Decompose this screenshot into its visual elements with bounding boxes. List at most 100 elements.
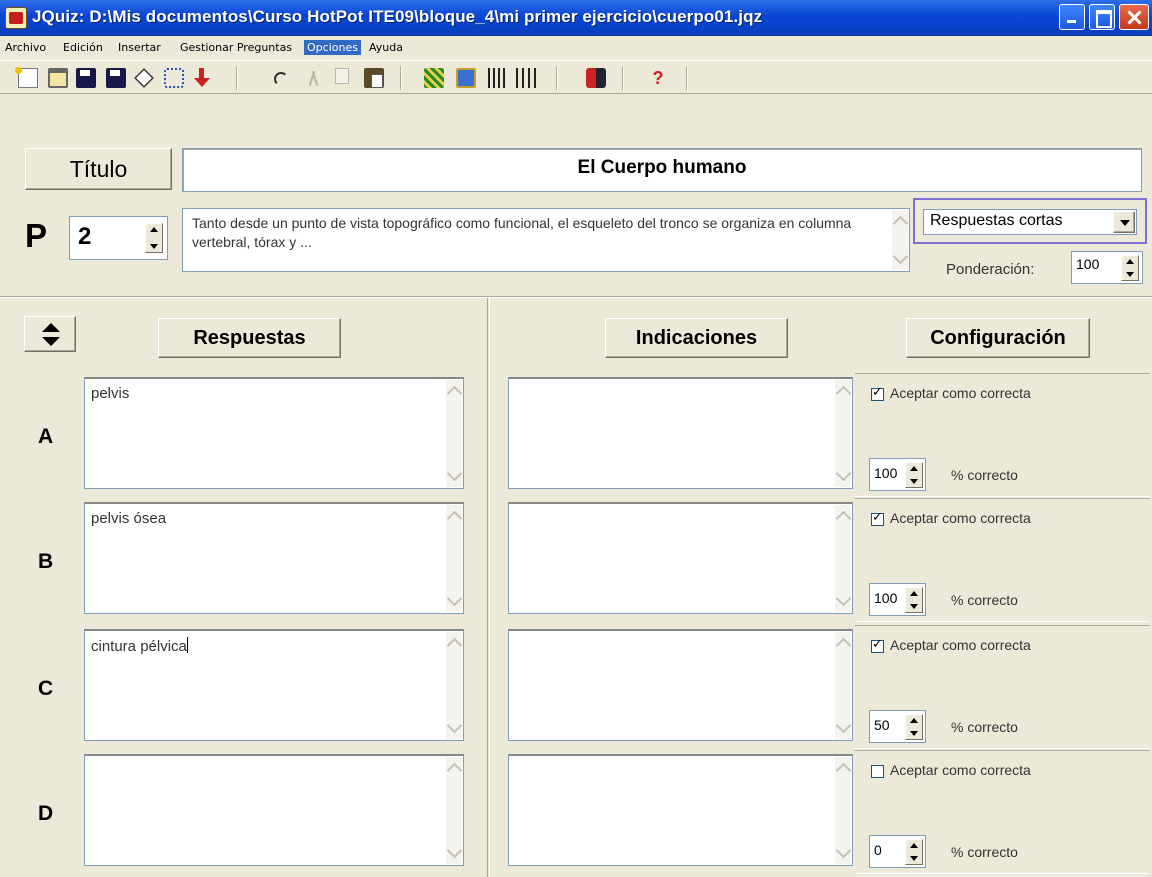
question-number: 2: [78, 223, 92, 250]
percent-correct-value: 0: [874, 842, 882, 858]
percent-spinner[interactable]: [905, 462, 923, 488]
settings-header-button[interactable]: Configuración: [906, 318, 1090, 358]
undo-icon[interactable]: [274, 72, 288, 86]
answer-scrollbar[interactable]: [446, 757, 462, 864]
window-title-bar[interactable]: JQuiz: D:\Mis documentos\Curso HotPot IT…: [0, 0, 1152, 36]
minimize-button[interactable]: [1059, 4, 1085, 30]
question-type-value-box[interactable]: Respuestas cortas: [923, 209, 1137, 235]
copy-icon[interactable]: [335, 68, 349, 84]
question-number-field[interactable]: 2: [69, 216, 168, 260]
answer-text-field[interactable]: pelvis ósea: [84, 502, 464, 614]
quiz-title-field[interactable]: El Cuerpo humano: [182, 148, 1142, 192]
hint-text-field[interactable]: [508, 502, 853, 614]
blue-tool-icon[interactable]: [456, 68, 476, 88]
save-as-icon[interactable]: [106, 68, 126, 88]
hint-scrollbar[interactable]: [835, 757, 851, 864]
hint-text-field[interactable]: [508, 377, 853, 489]
hint-scrollbar[interactable]: [835, 380, 851, 487]
accept-correct-label: Aceptar como correcta: [890, 385, 1031, 401]
cut-icon[interactable]: [304, 68, 324, 88]
answer-text: pelvis ósea: [91, 510, 167, 527]
percent-correct-value: 100: [874, 465, 898, 481]
answer-settings-panel: Aceptar como correcta 100 % correcto: [855, 373, 1150, 497]
percent-spinner[interactable]: [905, 714, 923, 740]
menu-insertar[interactable]: Insertar: [115, 40, 164, 55]
save-icon[interactable]: [76, 68, 96, 88]
toolbar-separator: [400, 66, 402, 90]
menu-gestionar-preguntas[interactable]: Gestionar Preguntas: [177, 40, 295, 55]
percent-correct-field[interactable]: 100: [869, 458, 926, 491]
hint-text-field[interactable]: [508, 629, 853, 741]
menu-archivo[interactable]: Archivo: [2, 40, 49, 55]
column-divider: [487, 298, 490, 877]
answer-text-field[interactable]: pelvis: [84, 377, 464, 489]
percent-correct-value: 100: [874, 590, 898, 606]
close-button[interactable]: [1119, 4, 1149, 30]
accept-correct-checkbox[interactable]: [871, 385, 884, 401]
chevron-down-icon[interactable]: [1113, 211, 1135, 233]
answer-settings-panel: Aceptar como correcta 0 % correcto: [855, 750, 1150, 874]
weighting-label: Ponderación:: [946, 261, 1035, 278]
hint-text-field[interactable]: [508, 754, 853, 866]
open-folder-icon[interactable]: [48, 68, 68, 88]
green-tool-icon[interactable]: [424, 68, 444, 88]
question-text-area[interactable]: Tanto desde un punto de vista topográfic…: [182, 208, 910, 272]
flag-icon[interactable]: [586, 68, 606, 88]
answer-letter: A: [38, 425, 54, 448]
accept-correct-checkbox[interactable]: [871, 637, 884, 653]
web-page-icon[interactable]: [164, 68, 184, 88]
question-text-scrollbar[interactable]: [892, 210, 908, 270]
section-divider: [0, 296, 1152, 298]
percent-spinner[interactable]: [905, 839, 923, 865]
question-number-spinner[interactable]: [145, 223, 163, 253]
accept-correct-checkbox[interactable]: [871, 765, 884, 778]
percent-correct-value: 50: [874, 717, 890, 733]
reorder-answers-button[interactable]: [24, 316, 76, 352]
answer-text-field[interactable]: cintura pélvica: [84, 629, 464, 741]
percent-spinner[interactable]: [905, 587, 923, 613]
title-button[interactable]: Título: [25, 148, 172, 190]
answer-text: pelvis: [91, 385, 130, 402]
answer-letter: B: [38, 550, 54, 573]
help-icon[interactable]: ?: [648, 68, 668, 88]
percent-correct-label: % correcto: [951, 844, 1018, 860]
percent-correct-field[interactable]: 0: [869, 835, 926, 868]
hint-scrollbar[interactable]: [835, 632, 851, 739]
hints-header-button[interactable]: Indicaciones: [605, 318, 788, 358]
answer-text-field[interactable]: [84, 754, 464, 866]
accept-correct-checkbox[interactable]: [871, 510, 884, 526]
percent-correct-label: % correcto: [951, 467, 1018, 483]
export-arrow-icon[interactable]: [192, 68, 212, 88]
jquiz-app-icon[interactable]: [5, 7, 27, 29]
answer-settings-panel: Aceptar como correcta 100 % correcto: [855, 498, 1150, 622]
weighting-value: 100: [1076, 256, 1100, 272]
menu-ayuda[interactable]: Ayuda: [366, 40, 406, 55]
toolbar-separator: [686, 66, 688, 90]
new-file-icon[interactable]: [15, 67, 38, 88]
menu-opciones[interactable]: Opciones: [304, 40, 361, 55]
question-type-value: Respuestas cortas: [930, 212, 1063, 229]
menu-edicion[interactable]: Edición: [60, 40, 106, 55]
weighting-spinner[interactable]: [1121, 255, 1139, 281]
text-tool-2-icon[interactable]: [516, 68, 536, 88]
maximize-button[interactable]: [1089, 4, 1115, 30]
weighting-field[interactable]: 100: [1071, 251, 1143, 284]
percent-correct-field[interactable]: 50: [869, 710, 926, 743]
eraser-icon[interactable]: [134, 68, 154, 88]
answer-letter: C: [38, 677, 54, 700]
answers-header-button[interactable]: Respuestas: [158, 318, 341, 358]
question-text: Tanto desde un punto de vista topográfic…: [192, 215, 852, 250]
question-type-select[interactable]: Respuestas cortas: [913, 198, 1147, 244]
answer-scrollbar[interactable]: [446, 380, 462, 487]
hint-scrollbar[interactable]: [835, 505, 851, 612]
toolbar: ?: [0, 60, 1152, 94]
paste-icon[interactable]: [364, 68, 384, 88]
toolbar-separator: [622, 66, 624, 90]
percent-correct-label: % correcto: [951, 592, 1018, 608]
accept-correct-label: Aceptar como correcta: [890, 637, 1031, 653]
text-tool-icon[interactable]: [488, 68, 508, 88]
answer-scrollbar[interactable]: [446, 632, 462, 739]
percent-correct-field[interactable]: 100: [869, 583, 926, 616]
answer-letter: D: [38, 802, 54, 825]
answer-scrollbar[interactable]: [446, 505, 462, 612]
